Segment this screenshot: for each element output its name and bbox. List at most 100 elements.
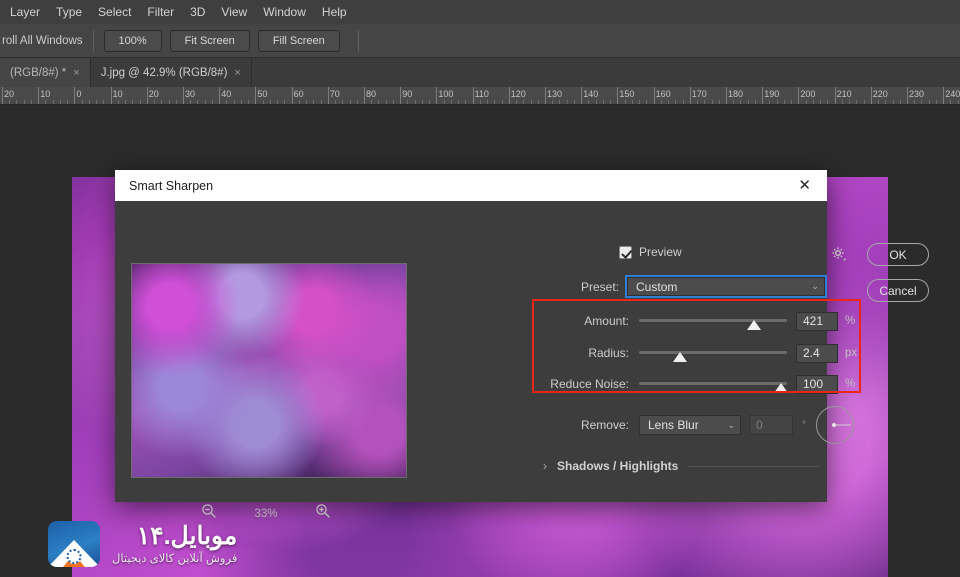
ruler-minor-tick bbox=[487, 100, 489, 104]
ruler-minor-tick bbox=[421, 100, 423, 104]
ruler-minor-tick bbox=[812, 100, 814, 104]
ok-button[interactable]: OK bbox=[867, 243, 929, 266]
ruler-minor-tick bbox=[899, 100, 901, 104]
ruler-minor-tick bbox=[733, 100, 735, 104]
ruler-minor-tick bbox=[392, 100, 394, 104]
preview-zoom-controls: 33% bbox=[201, 503, 331, 524]
reduce-noise-slider[interactable] bbox=[639, 375, 789, 393]
scroll-all-windows-label[interactable]: roll All Windows bbox=[0, 35, 83, 47]
amount-input[interactable]: 421 bbox=[796, 311, 838, 331]
ruler-tick-label: 60 bbox=[293, 89, 304, 99]
ruler-minor-tick bbox=[747, 100, 749, 104]
reduce-noise-input[interactable]: 100 bbox=[796, 374, 838, 394]
ruler-minor-tick bbox=[849, 100, 851, 104]
fill-screen-button[interactable]: Fill Screen bbox=[257, 29, 340, 52]
radius-label: Radius: bbox=[588, 346, 629, 360]
ruler-minor-tick bbox=[342, 100, 344, 104]
ruler-tick-label: 220 bbox=[872, 89, 888, 99]
document-tab-1[interactable]: (RGB/8#) * × bbox=[0, 58, 91, 87]
ruler-tick-label: 80 bbox=[366, 89, 377, 99]
close-icon[interactable]: × bbox=[234, 67, 240, 79]
zoom-100-button[interactable]: 100% bbox=[103, 29, 162, 52]
ruler-minor-tick bbox=[530, 100, 532, 104]
preview-checkbox-row[interactable]: Preview bbox=[619, 245, 682, 259]
ruler-tick-label: 230 bbox=[909, 89, 925, 99]
remove-dropdown[interactable]: Lens Blur ⌄ bbox=[639, 415, 741, 435]
menu-item-view[interactable]: View bbox=[213, 2, 255, 22]
photoshop-window: Layer Type Select Filter 3D View Window … bbox=[0, 0, 960, 577]
ruler-minor-tick bbox=[45, 100, 47, 104]
preset-dropdown[interactable]: Custom ⌄ bbox=[625, 275, 828, 298]
menu-item-type[interactable]: Type bbox=[48, 2, 90, 22]
ruler-minor-tick bbox=[443, 100, 445, 104]
ruler-minor-tick bbox=[537, 100, 539, 104]
ruler-minor-tick bbox=[226, 100, 228, 104]
menu-item-layer[interactable]: Layer bbox=[2, 2, 48, 22]
menu-item-3d[interactable]: 3D bbox=[182, 2, 213, 22]
reduce-noise-slider-row: Reduce Noise: 100 % bbox=[543, 374, 863, 394]
menu-item-help[interactable]: Help bbox=[314, 2, 355, 22]
fit-screen-button[interactable]: Fit Screen bbox=[169, 29, 250, 52]
ruler-minor-tick bbox=[957, 100, 959, 104]
zoom-out-icon[interactable] bbox=[201, 503, 217, 524]
preview-thumbnail[interactable] bbox=[131, 263, 407, 478]
amount-slider-thumb[interactable] bbox=[747, 320, 762, 330]
document-tab-2-label: J.jpg @ 42.9% (RGB/8#) bbox=[100, 66, 228, 79]
ruler-minor-tick bbox=[414, 100, 416, 104]
ruler-minor-tick bbox=[204, 100, 206, 104]
ruler-minor-tick bbox=[878, 100, 880, 104]
preset-dropdown-value: Custom bbox=[636, 279, 678, 294]
ruler-minor-tick bbox=[935, 100, 937, 104]
menu-item-filter[interactable]: Filter bbox=[139, 2, 182, 22]
ruler-minor-tick bbox=[407, 100, 409, 104]
angle-input: 0 bbox=[749, 415, 793, 435]
ruler-minor-tick bbox=[298, 100, 300, 104]
ruler-tick-label: 100 bbox=[438, 89, 454, 99]
close-icon[interactable]: × bbox=[73, 67, 79, 79]
ruler-minor-tick bbox=[154, 100, 156, 104]
watermark-logo-icon bbox=[48, 521, 100, 567]
amount-slider-row: Amount: 421 % bbox=[543, 311, 863, 331]
reduce-noise-label: Reduce Noise: bbox=[550, 377, 629, 391]
radius-slider[interactable] bbox=[639, 344, 787, 362]
document-tab-2[interactable]: J.jpg @ 42.9% (RGB/8#) × bbox=[90, 58, 252, 87]
ruler-minor-tick bbox=[59, 100, 61, 104]
ruler-tick-label: 40 bbox=[221, 89, 232, 99]
cancel-button[interactable]: Cancel bbox=[867, 279, 929, 302]
dialog-title-bar[interactable]: Smart Sharpen ✕ bbox=[115, 170, 827, 201]
ruler-tick-label: 170 bbox=[691, 89, 707, 99]
menu-item-select[interactable]: Select bbox=[90, 2, 139, 22]
document-tab-bar: (RGB/8#) * × J.jpg @ 42.9% (RGB/8#) × bbox=[0, 58, 960, 87]
ruler-minor-tick bbox=[668, 100, 670, 104]
ruler-minor-tick bbox=[573, 100, 575, 104]
ruler-minor-tick bbox=[161, 100, 163, 104]
ruler-minor-tick bbox=[921, 100, 923, 104]
ruler-minor-tick bbox=[718, 100, 720, 104]
close-icon[interactable]: ✕ bbox=[794, 176, 815, 195]
amount-label: Amount: bbox=[584, 314, 629, 328]
zoom-in-icon[interactable] bbox=[315, 503, 331, 524]
ruler-minor-tick bbox=[313, 100, 315, 104]
ruler-minor-tick bbox=[697, 100, 699, 104]
radius-input[interactable]: 2.4 bbox=[796, 343, 838, 363]
menu-item-window[interactable]: Window bbox=[255, 2, 314, 22]
ruler-minor-tick bbox=[711, 100, 713, 104]
ruler-minor-tick bbox=[776, 100, 778, 104]
ruler-minor-tick bbox=[335, 100, 337, 104]
preset-options-gear-button[interactable] bbox=[830, 245, 848, 268]
reduce-noise-slider-thumb[interactable] bbox=[774, 383, 789, 393]
ruler-minor-tick bbox=[450, 100, 452, 104]
radius-slider-thumb[interactable] bbox=[673, 352, 688, 362]
shadows-highlights-label: Shadows / Highlights bbox=[557, 459, 679, 473]
angle-dial[interactable] bbox=[816, 406, 854, 444]
ruler-minor-tick bbox=[588, 100, 590, 104]
ruler-minor-tick bbox=[349, 100, 351, 104]
document-tab-1-label: (RGB/8#) * bbox=[10, 66, 67, 79]
amount-slider[interactable] bbox=[639, 312, 787, 330]
ruler-minor-tick bbox=[479, 100, 481, 104]
shadows-highlights-section[interactable]: › Shadows / Highlights bbox=[543, 459, 819, 473]
ruler-minor-tick bbox=[885, 100, 887, 104]
preset-row: Preset: Custom ⌄ bbox=[581, 275, 828, 298]
preview-checkbox[interactable] bbox=[619, 245, 632, 259]
ruler-minor-tick bbox=[16, 100, 18, 104]
